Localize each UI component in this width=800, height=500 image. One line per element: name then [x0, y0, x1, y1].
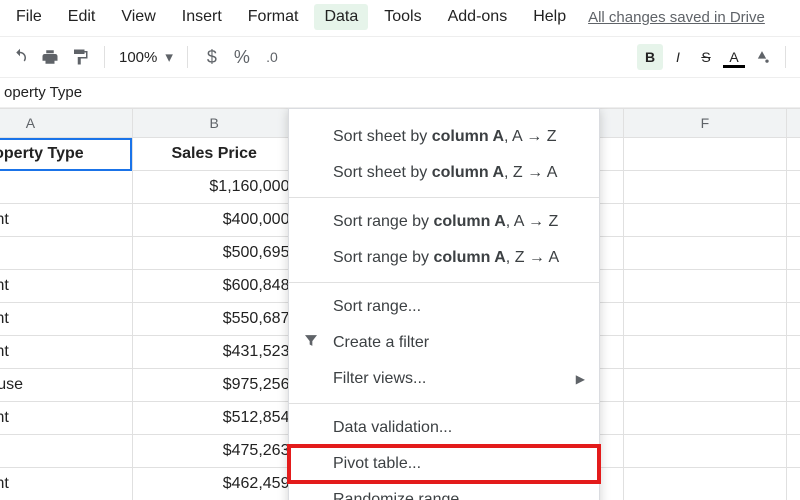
decrease-decimal-button[interactable]: .0: [258, 43, 286, 71]
undo-icon[interactable]: [6, 43, 34, 71]
menu-separator: [289, 403, 599, 404]
zoom-select[interactable]: 100% ▾: [115, 48, 177, 66]
cell[interactable]: $462,459: [132, 468, 296, 500]
cell[interactable]: $975,256: [132, 369, 296, 402]
menu-item[interactable]: Pivot table...: [289, 446, 599, 482]
data-menu-dropdown: Sort sheet by column A, A → ZSort sheet …: [288, 108, 600, 500]
cell[interactable]: Apartment: [0, 204, 132, 237]
formula-bar[interactable]: operty Type: [0, 78, 800, 108]
cell[interactable]: [787, 402, 800, 435]
menu-format[interactable]: Format: [238, 4, 309, 30]
cell[interactable]: $512,854: [132, 402, 296, 435]
menu-item[interactable]: Create a filter: [289, 325, 599, 361]
cell[interactable]: [787, 138, 800, 171]
cell[interactable]: [623, 270, 787, 303]
cell[interactable]: [623, 468, 787, 500]
separator: [785, 46, 786, 68]
cell[interactable]: $600,848: [132, 270, 296, 303]
cell[interactable]: $500,695: [132, 237, 296, 270]
cell[interactable]: $550,687: [132, 303, 296, 336]
cell[interactable]: [623, 435, 787, 468]
cell[interactable]: $431,523: [132, 336, 296, 369]
cell[interactable]: [623, 402, 787, 435]
cell[interactable]: [623, 237, 787, 270]
cell[interactable]: [623, 138, 787, 171]
column-header[interactable]: G: [787, 109, 800, 138]
menu-separator: [289, 197, 599, 198]
cell[interactable]: [623, 369, 787, 402]
format-percent-button[interactable]: %: [228, 43, 256, 71]
column-header[interactable]: B: [132, 109, 296, 138]
zoom-value: 100%: [119, 49, 157, 66]
cell[interactable]: [623, 171, 787, 204]
menu-item[interactable]: Sort sheet by column A, Z → A: [289, 155, 599, 191]
cell[interactable]: [623, 336, 787, 369]
bold-button[interactable]: B: [637, 44, 663, 70]
cell[interactable]: Apartment: [0, 468, 132, 500]
submenu-arrow-icon: ▶: [576, 372, 585, 386]
menu-bar: File Edit View Insert Format Data Tools …: [0, 0, 800, 36]
format-currency-button[interactable]: $: [198, 43, 226, 71]
menu-file[interactable]: File: [6, 4, 52, 30]
menu-data[interactable]: Data: [314, 4, 368, 30]
save-status[interactable]: All changes saved in Drive: [588, 9, 765, 26]
cell[interactable]: [787, 336, 800, 369]
cell[interactable]: [787, 204, 800, 237]
menu-view[interactable]: View: [111, 4, 165, 30]
cell[interactable]: [787, 303, 800, 336]
cell[interactable]: [787, 369, 800, 402]
column-header[interactable]: F: [623, 109, 787, 138]
cell[interactable]: Condo: [0, 237, 132, 270]
filter-icon: [303, 333, 319, 354]
menu-item[interactable]: Filter views...▶: [289, 361, 599, 397]
cell[interactable]: $400,000: [132, 204, 296, 237]
cell[interactable]: Town House: [0, 369, 132, 402]
menu-separator: [289, 282, 599, 283]
cell[interactable]: Condo: [0, 435, 132, 468]
cell[interactable]: Apartment: [0, 270, 132, 303]
separator: [104, 46, 105, 68]
menu-tools[interactable]: Tools: [374, 4, 431, 30]
cell[interactable]: Sales Price: [132, 138, 296, 171]
column-header[interactable]: A: [0, 109, 132, 138]
cell[interactable]: [787, 468, 800, 500]
print-icon[interactable]: [36, 43, 64, 71]
menu-edit[interactable]: Edit: [58, 4, 106, 30]
cell[interactable]: $475,263: [132, 435, 296, 468]
cell[interactable]: Apartment: [0, 336, 132, 369]
italic-button[interactable]: I: [665, 44, 691, 70]
paint-format-icon[interactable]: [66, 43, 94, 71]
cell[interactable]: [787, 237, 800, 270]
menu-help[interactable]: Help: [523, 4, 576, 30]
fill-color-button[interactable]: [749, 44, 775, 70]
text-color-button[interactable]: A: [721, 44, 747, 70]
cell[interactable]: [623, 204, 787, 237]
menu-item[interactable]: Data validation...: [289, 410, 599, 446]
cell[interactable]: Apartment: [0, 402, 132, 435]
menu-item[interactable]: Randomize range: [289, 482, 599, 500]
separator: [187, 46, 188, 68]
toolbar: 100% ▾ $ % .0 B I S A: [0, 36, 800, 78]
cell[interactable]: $1,160,000: [132, 171, 296, 204]
cell[interactable]: Property Type: [0, 138, 132, 171]
cell[interactable]: Apartment: [0, 303, 132, 336]
cell[interactable]: [787, 171, 800, 204]
menu-addons[interactable]: Add-ons: [438, 4, 518, 30]
strikethrough-button[interactable]: S: [693, 44, 719, 70]
menu-insert[interactable]: Insert: [172, 4, 232, 30]
cell[interactable]: [787, 435, 800, 468]
menu-item[interactable]: Sort range by column A, Z → A: [289, 240, 599, 276]
cell[interactable]: [623, 303, 787, 336]
menu-item[interactable]: Sort sheet by column A, A → Z: [289, 119, 599, 155]
cell[interactable]: House: [0, 171, 132, 204]
menu-item[interactable]: Sort range by column A, A → Z: [289, 204, 599, 240]
chevron-down-icon: ▾: [165, 48, 173, 66]
menu-item[interactable]: Sort range...: [289, 289, 599, 325]
cell[interactable]: [787, 270, 800, 303]
